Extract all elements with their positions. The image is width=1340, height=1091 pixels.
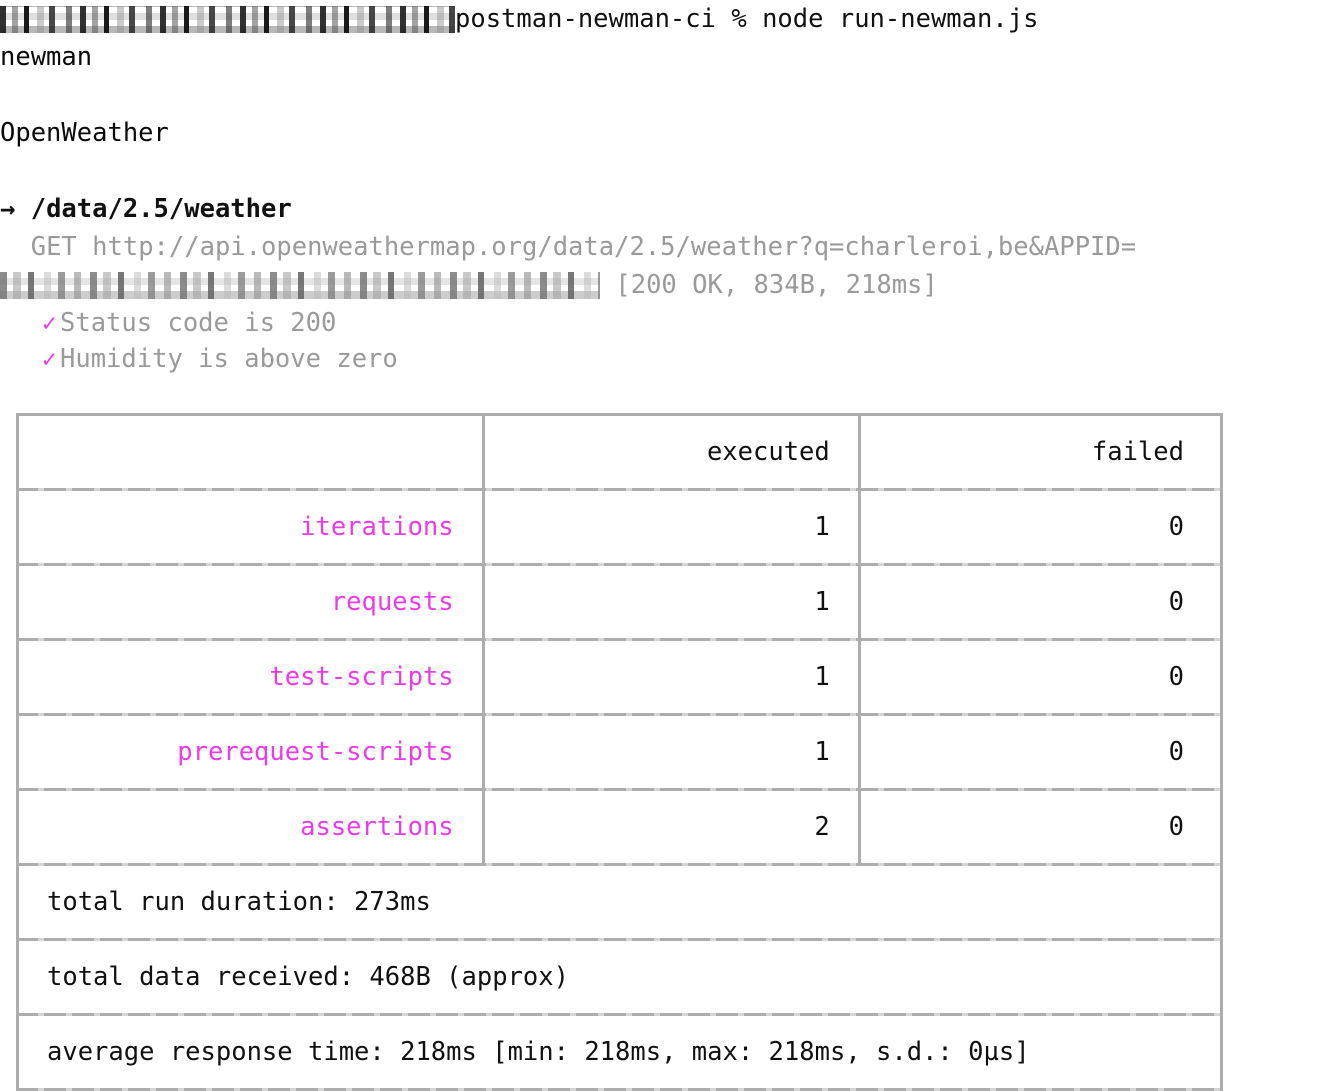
table-row: prerequest-scripts 1 0 [16, 716, 1223, 788]
request-url-line: GET http://api.openweathermap.org/data/2… [0, 228, 1340, 266]
header-executed: executed [485, 416, 861, 488]
header-blank-cell [19, 416, 485, 488]
arrow-right-icon: → [0, 194, 16, 224]
table-row: requests 1 0 [16, 566, 1223, 638]
request-url: http://api.openweathermap.org/data/2.5/w… [92, 232, 1137, 262]
metric-executed: 1 [485, 566, 861, 638]
check-icon: ✓ [42, 309, 57, 337]
metric-failed: 0 [1168, 587, 1184, 617]
assertion-row: ✓ Status code is 200 [0, 304, 1340, 340]
table-header-row: executed failed [16, 416, 1223, 488]
metric-label: iterations [19, 491, 485, 563]
collection-name: OpenWeather [0, 118, 169, 148]
metric-failed: 0 [1168, 512, 1184, 542]
table-row: iterations 1 0 [16, 491, 1223, 563]
metric-failed: 0 [1168, 812, 1184, 842]
metric-failed: 0 [1168, 737, 1184, 767]
assertion-label: Status code is 200 [60, 308, 337, 338]
endpoint-path: /data/2.5/weather [30, 194, 292, 224]
assertion-label: Humidity is above zero [60, 344, 398, 374]
check-icon: ✓ [42, 345, 57, 373]
terminal-window: postman-newman-ci % node run-newman.js n… [0, 0, 1340, 1091]
metric-label: requests [19, 566, 485, 638]
metric-executed: 1 [485, 716, 861, 788]
shell-prompt-line: postman-newman-ci % node run-newman.js [0, 0, 1340, 38]
metric-failed: 0 [1168, 662, 1184, 692]
request-endpoint-line: → /data/2.5/weather [0, 190, 1340, 228]
request-method: GET [30, 232, 77, 262]
redacted-api-key-icon [0, 271, 600, 299]
console-output: postman-newman-ci % node run-newman.js n… [0, 0, 1340, 376]
response-meta-line: [200 OK, 834B, 218ms] [0, 266, 1340, 304]
header-failed: failed [1091, 437, 1184, 467]
assertion-row: ✓ Humidity is above zero [0, 340, 1340, 376]
metric-label: assertions [19, 791, 485, 863]
summary-data-received: total data received: 468B (approx) [16, 941, 1223, 1013]
summary-total-duration: total run duration: 273ms [16, 866, 1223, 938]
prompt-path: postman-newman-ci [455, 4, 716, 34]
metric-label: test-scripts [19, 641, 485, 713]
response-meta: [200 OK, 834B, 218ms] [615, 270, 938, 300]
metric-executed: 2 [485, 791, 861, 863]
newman-runner-label: newman [0, 42, 93, 72]
summary-table: executed failed iterations 1 0 requests … [16, 413, 1223, 1091]
summary-average-response-time: average response time: 218ms [min: 218ms… [16, 1016, 1223, 1088]
table-row: assertions 2 0 [16, 791, 1223, 863]
metric-executed: 1 [485, 641, 861, 713]
shell-command: node run-newman.js [762, 4, 1039, 34]
metric-executed: 1 [485, 491, 861, 563]
redacted-prompt-icon [0, 5, 455, 33]
table-row: test-scripts 1 0 [16, 641, 1223, 713]
metric-label: prerequest-scripts [19, 716, 485, 788]
prompt-symbol: % [731, 4, 747, 34]
